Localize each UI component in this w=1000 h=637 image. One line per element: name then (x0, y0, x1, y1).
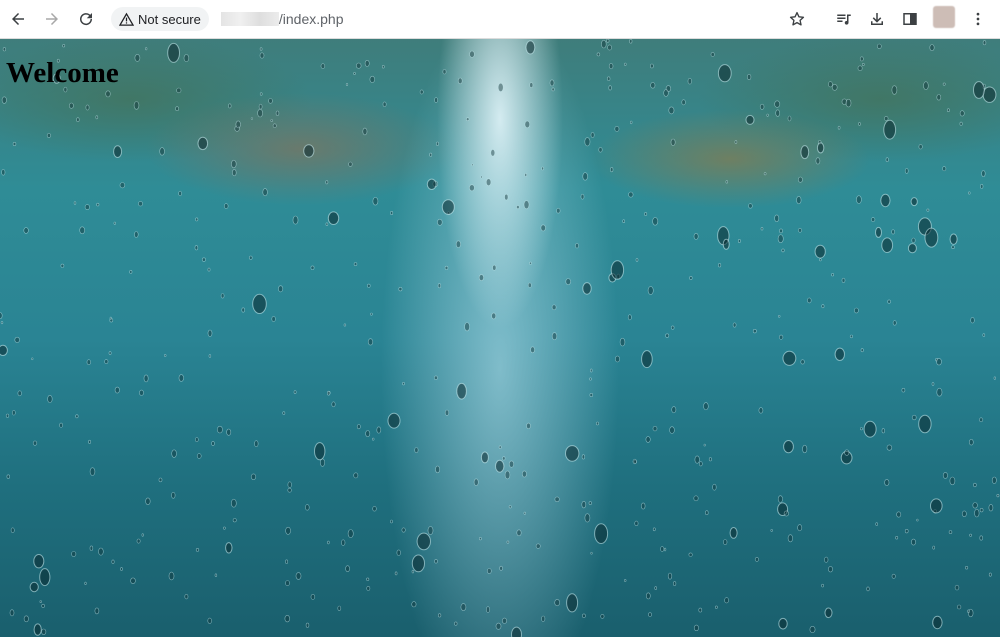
forward-button[interactable] (39, 6, 65, 32)
more-vert-icon (976, 12, 980, 26)
media-button[interactable] (831, 6, 857, 32)
security-indicator[interactable]: Not secure (111, 7, 209, 31)
back-arrow-icon (12, 13, 24, 25)
warning-triangle-icon (119, 12, 134, 26)
reload-icon (80, 13, 93, 26)
side-panel-icon (903, 13, 917, 25)
security-label: Not secure (138, 11, 201, 27)
back-button[interactable] (5, 6, 31, 32)
bookmark-button[interactable] (784, 6, 810, 32)
download-icon (871, 13, 883, 25)
browser-toolbar: Not secure /index.php (0, 0, 1000, 39)
address-bar[interactable]: Not secure /index.php (108, 4, 818, 34)
raindrops-background-image (0, 39, 1000, 637)
forward-arrow-icon (46, 13, 58, 25)
welcome-heading: Welcome (6, 57, 119, 89)
star-icon (789, 11, 805, 26)
page-viewport: Welcome (0, 39, 1000, 637)
reload-button[interactable] (73, 6, 99, 32)
url-host-redacted (220, 12, 279, 26)
profile-avatar[interactable] (933, 6, 955, 28)
menu-button[interactable] (965, 6, 991, 32)
downloads-button[interactable] (864, 6, 890, 32)
side-panel-button[interactable] (897, 6, 923, 32)
url-path: /index.php (278, 11, 344, 27)
media-queue-icon (837, 14, 851, 25)
